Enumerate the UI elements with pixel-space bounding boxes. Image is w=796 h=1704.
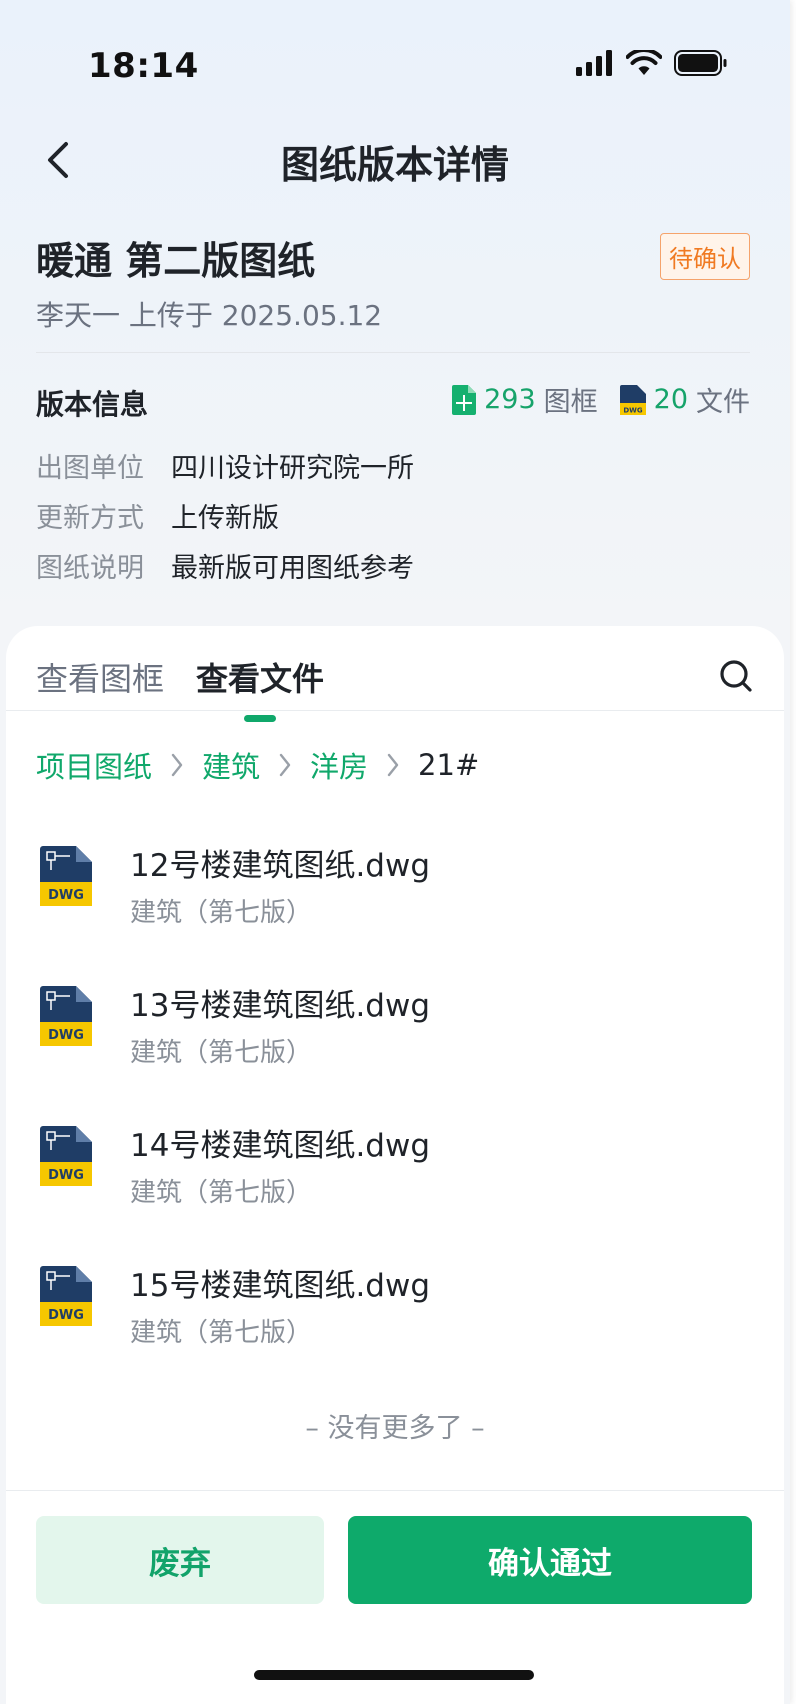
chevron-right-icon <box>171 753 183 777</box>
files-count: 20 <box>653 384 688 415</box>
status-badge: 待确认 <box>660 233 750 280</box>
search-icon <box>720 660 752 692</box>
info-value: 四川设计研究院一所 <box>171 453 414 484</box>
info-row-update-method: 更新方式 上传新版 <box>36 496 279 535</box>
wifi-icon <box>626 50 662 75</box>
info-key: 图纸说明 <box>36 553 144 584</box>
files-panel: 查看图框 查看文件 项目图纸 建筑 洋房 21# DWG 12号楼建筑图纸.dw… <box>6 626 784 1704</box>
info-row-description: 图纸说明 最新版可用图纸参考 <box>36 546 414 585</box>
info-key: 出图单位 <box>36 453 144 484</box>
svg-text:DWG: DWG <box>48 1308 84 1323</box>
file-name: 14号楼建筑图纸.dwg <box>130 1128 431 1164</box>
chevron-right-icon <box>387 753 399 777</box>
file-list-item[interactable]: DWG 12号楼建筑图纸.dwg 建筑（第七版） <box>36 838 754 948</box>
drawing-version-title: 暖通 第二版图纸 <box>36 239 316 283</box>
no-more-text: – 没有更多了 – <box>305 1413 485 1444</box>
divider <box>36 352 750 353</box>
tab-label: 查看文件 <box>196 660 325 698</box>
file-name: 15号楼建筑图纸.dwg <box>130 1268 431 1304</box>
tab-view-files[interactable]: 查看文件 <box>196 654 325 722</box>
search-button[interactable] <box>718 658 754 694</box>
dwg-file-icon: DWG <box>619 384 646 415</box>
divider <box>6 1490 784 1491</box>
dwg-file-icon: DWG <box>40 986 92 1046</box>
breadcrumb-item[interactable]: 建筑 <box>202 744 260 786</box>
info-key: 更新方式 <box>36 503 144 534</box>
frames-label: 图框 <box>543 387 598 418</box>
confirm-approve-button[interactable]: 确认通过 <box>348 1516 752 1604</box>
file-category: 建筑（第七版） <box>130 1318 313 1348</box>
file-list-item[interactable]: DWG 15号楼建筑图纸.dwg 建筑（第七版） <box>36 1258 754 1368</box>
svg-text:DWG: DWG <box>48 1168 84 1183</box>
frames-stat: 293 图框 <box>452 380 598 419</box>
app-screen: 18:14 图纸版本详情 暖通 第二版图纸 待确认 李天一 上传于 2025.0… <box>0 0 790 1704</box>
tab-label: 查看图框 <box>36 660 165 698</box>
file-category: 建筑（第七版） <box>130 1038 313 1068</box>
dwg-file-icon: DWG <box>40 1266 92 1326</box>
file-list-item[interactable]: DWG 13号楼建筑图纸.dwg 建筑（第七版） <box>36 978 754 1088</box>
signal-icon <box>576 50 612 76</box>
active-tab-indicator <box>244 715 277 722</box>
breadcrumb-item[interactable]: 洋房 <box>310 744 368 786</box>
page-title: 图纸版本详情 <box>280 143 509 187</box>
upload-info: 李天一 上传于 2025.05.12 <box>36 299 383 332</box>
files-stat: DWG 20 文件 <box>619 380 750 419</box>
frame-sheet-icon <box>452 384 477 415</box>
chevron-right-icon <box>279 753 291 777</box>
dwg-file-icon: DWG <box>40 846 92 906</box>
file-name: 12号楼建筑图纸.dwg <box>130 848 431 884</box>
status-icons <box>576 50 728 76</box>
file-category: 建筑（第七版） <box>130 898 313 928</box>
battery-icon <box>674 50 727 76</box>
breadcrumb: 项目图纸 建筑 洋房 21# <box>36 744 479 786</box>
dwg-file-icon: DWG <box>40 1126 92 1186</box>
divider <box>6 710 784 711</box>
svg-text:DWG: DWG <box>48 888 84 903</box>
info-value: 上传新版 <box>171 503 279 534</box>
info-row-unit: 出图单位 四川设计研究院一所 <box>36 446 414 485</box>
breadcrumb-current: 21# <box>418 748 480 782</box>
file-list-item[interactable]: DWG 14号楼建筑图纸.dwg 建筑（第七版） <box>36 1118 754 1228</box>
version-stats: 293 图框 DWG 20 文件 <box>430 380 750 419</box>
svg-text:DWG: DWG <box>623 406 643 414</box>
home-indicator <box>254 1670 534 1680</box>
discard-button[interactable]: 废弃 <box>36 1516 324 1604</box>
file-name: 13号楼建筑图纸.dwg <box>130 988 431 1024</box>
frames-count: 293 <box>484 384 536 415</box>
tab-view-frames[interactable]: 查看图框 <box>36 654 164 700</box>
files-label: 文件 <box>696 387 750 418</box>
info-value: 最新版可用图纸参考 <box>171 553 414 584</box>
breadcrumb-item[interactable]: 项目图纸 <box>36 744 152 786</box>
svg-text:DWG: DWG <box>48 1028 84 1043</box>
file-category: 建筑（第七版） <box>130 1178 313 1208</box>
status-bar: 18:14 <box>0 0 790 130</box>
status-time: 18:14 <box>88 46 199 86</box>
version-info-heading: 版本信息 <box>36 388 149 421</box>
tab-bar: 查看图框 查看文件 <box>36 654 325 722</box>
